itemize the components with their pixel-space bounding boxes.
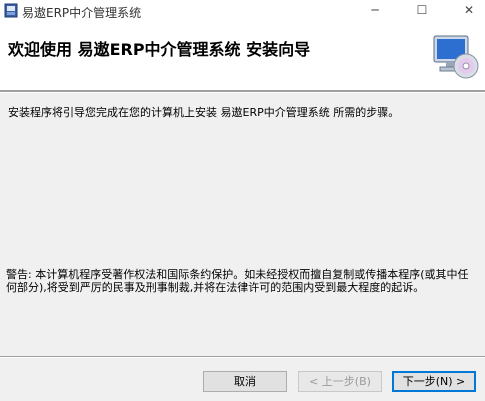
close-button[interactable]: ✕ bbox=[452, 0, 485, 22]
footer-divider bbox=[0, 356, 485, 358]
minimize-button[interactable]: ─ bbox=[358, 0, 392, 22]
copyright-warning: 警告: 本计算机程序受著作权法和国际条约保护。如未经授权而擅自复制或传播本程序(… bbox=[6, 268, 469, 294]
installer-window: 易遨ERP中介管理系统 ─ ☐ ✕ 欢迎使用 易遨ERP中介管理系统 安装向导 … bbox=[0, 0, 485, 401]
wizard-header: 欢迎使用 易遨ERP中介管理系统 安装向导 bbox=[0, 22, 485, 90]
computer-cd-icon bbox=[433, 35, 479, 79]
wizard-heading: 欢迎使用 易遨ERP中介管理系统 安装向导 bbox=[8, 40, 311, 59]
window-title: 易遨ERP中介管理系统 bbox=[22, 6, 142, 20]
header-divider bbox=[0, 90, 485, 93]
title-bar: 易遨ERP中介管理系统 ─ ☐ ✕ bbox=[0, 0, 485, 22]
cancel-button[interactable]: 取消 bbox=[203, 371, 287, 392]
intro-text: 安装程序将引导您完成在您的计算机上安装 易遨ERP中介管理系统 所需的步骤。 bbox=[8, 106, 400, 119]
maximize-button[interactable]: ☐ bbox=[405, 0, 439, 22]
next-button[interactable]: 下一步(N) > bbox=[392, 371, 476, 392]
installer-app-icon bbox=[4, 3, 18, 18]
back-button[interactable]: < 上一步(B) bbox=[298, 371, 382, 392]
